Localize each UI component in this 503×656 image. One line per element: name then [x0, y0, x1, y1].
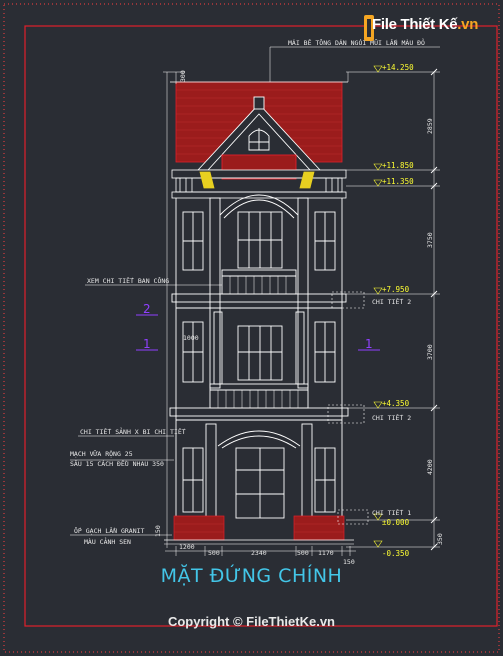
brand-tld: .vn	[457, 16, 479, 33]
hdim-1: 1200	[179, 543, 195, 551]
brand-name-text: File Thiết Kế	[372, 16, 458, 33]
small-dim-2: 150	[154, 525, 162, 537]
vdim-3: 3700	[426, 344, 434, 360]
vdim-2: 3750	[426, 232, 434, 248]
tile-note-1: ỐP GẠCH LẦN GRANIT	[74, 526, 145, 535]
balcony-note: XEM CHI TIẾT BAN CÔNG	[87, 276, 169, 285]
upper-cornice	[171, 169, 347, 199]
copyright-text: Copyright © FileThietKe.vn	[167, 614, 336, 629]
detail-2a-label: CHI TIẾT 2	[372, 297, 411, 306]
vdim-1: 2859	[426, 118, 434, 134]
grid-marker-1-left: 1	[143, 337, 151, 351]
drawing-title: MẶT ĐỨNG CHÍNH	[160, 565, 343, 587]
hdim-4: 500	[297, 549, 309, 557]
roof-dim: 300	[179, 70, 187, 82]
tile-note-2: MÀU CẢNH SEN	[84, 537, 131, 546]
hdim-5: 1170	[318, 549, 334, 557]
level-label-2: +11.850	[382, 161, 414, 170]
hdim-2: 500	[208, 549, 220, 557]
left-leaders	[70, 284, 222, 536]
detail-1-label: CHI TIẾT 1	[372, 508, 411, 517]
joint-note-2: SÂU 15 CÁCH ĐỀU NHAU 350	[70, 459, 164, 468]
vdim-4: 4200	[426, 459, 434, 475]
hdim-3: 2340	[251, 549, 267, 557]
elevation-drawing: MÁI BÊ TÔNG DÁN NGÓI MŨI LẤN MÀU ĐỎ XEM …	[3, 3, 500, 653]
level-label-5: +4.350	[382, 399, 410, 408]
facade-body	[169, 194, 349, 520]
level-label-7: -0.350	[382, 549, 410, 558]
vdim-5: 350	[436, 533, 444, 545]
grid-markers	[136, 314, 380, 351]
detail-2b-label: CHI TIẾT 2	[372, 413, 411, 422]
level-label-6: ±0.000	[382, 518, 410, 527]
roof-leader	[269, 46, 440, 82]
granite-base	[164, 515, 354, 545]
level-label-1: +14.250	[382, 63, 414, 72]
level-label-3: +11.350	[382, 177, 414, 186]
grid-marker-2-left: 2	[143, 302, 151, 316]
detail-ground-note: CHI TIẾT SẢNH X BI CHI TIẾT	[80, 427, 186, 436]
small-dim-1: 1000	[183, 334, 199, 342]
level-label-4: +7.950	[382, 285, 410, 294]
level-markers	[373, 65, 383, 548]
grid-marker-1-right: 1	[365, 337, 373, 351]
joint-note-1: MẠCH VỮA RỘNG 25	[70, 449, 133, 458]
brand-name: File Thiết Kế.vn	[372, 16, 478, 33]
